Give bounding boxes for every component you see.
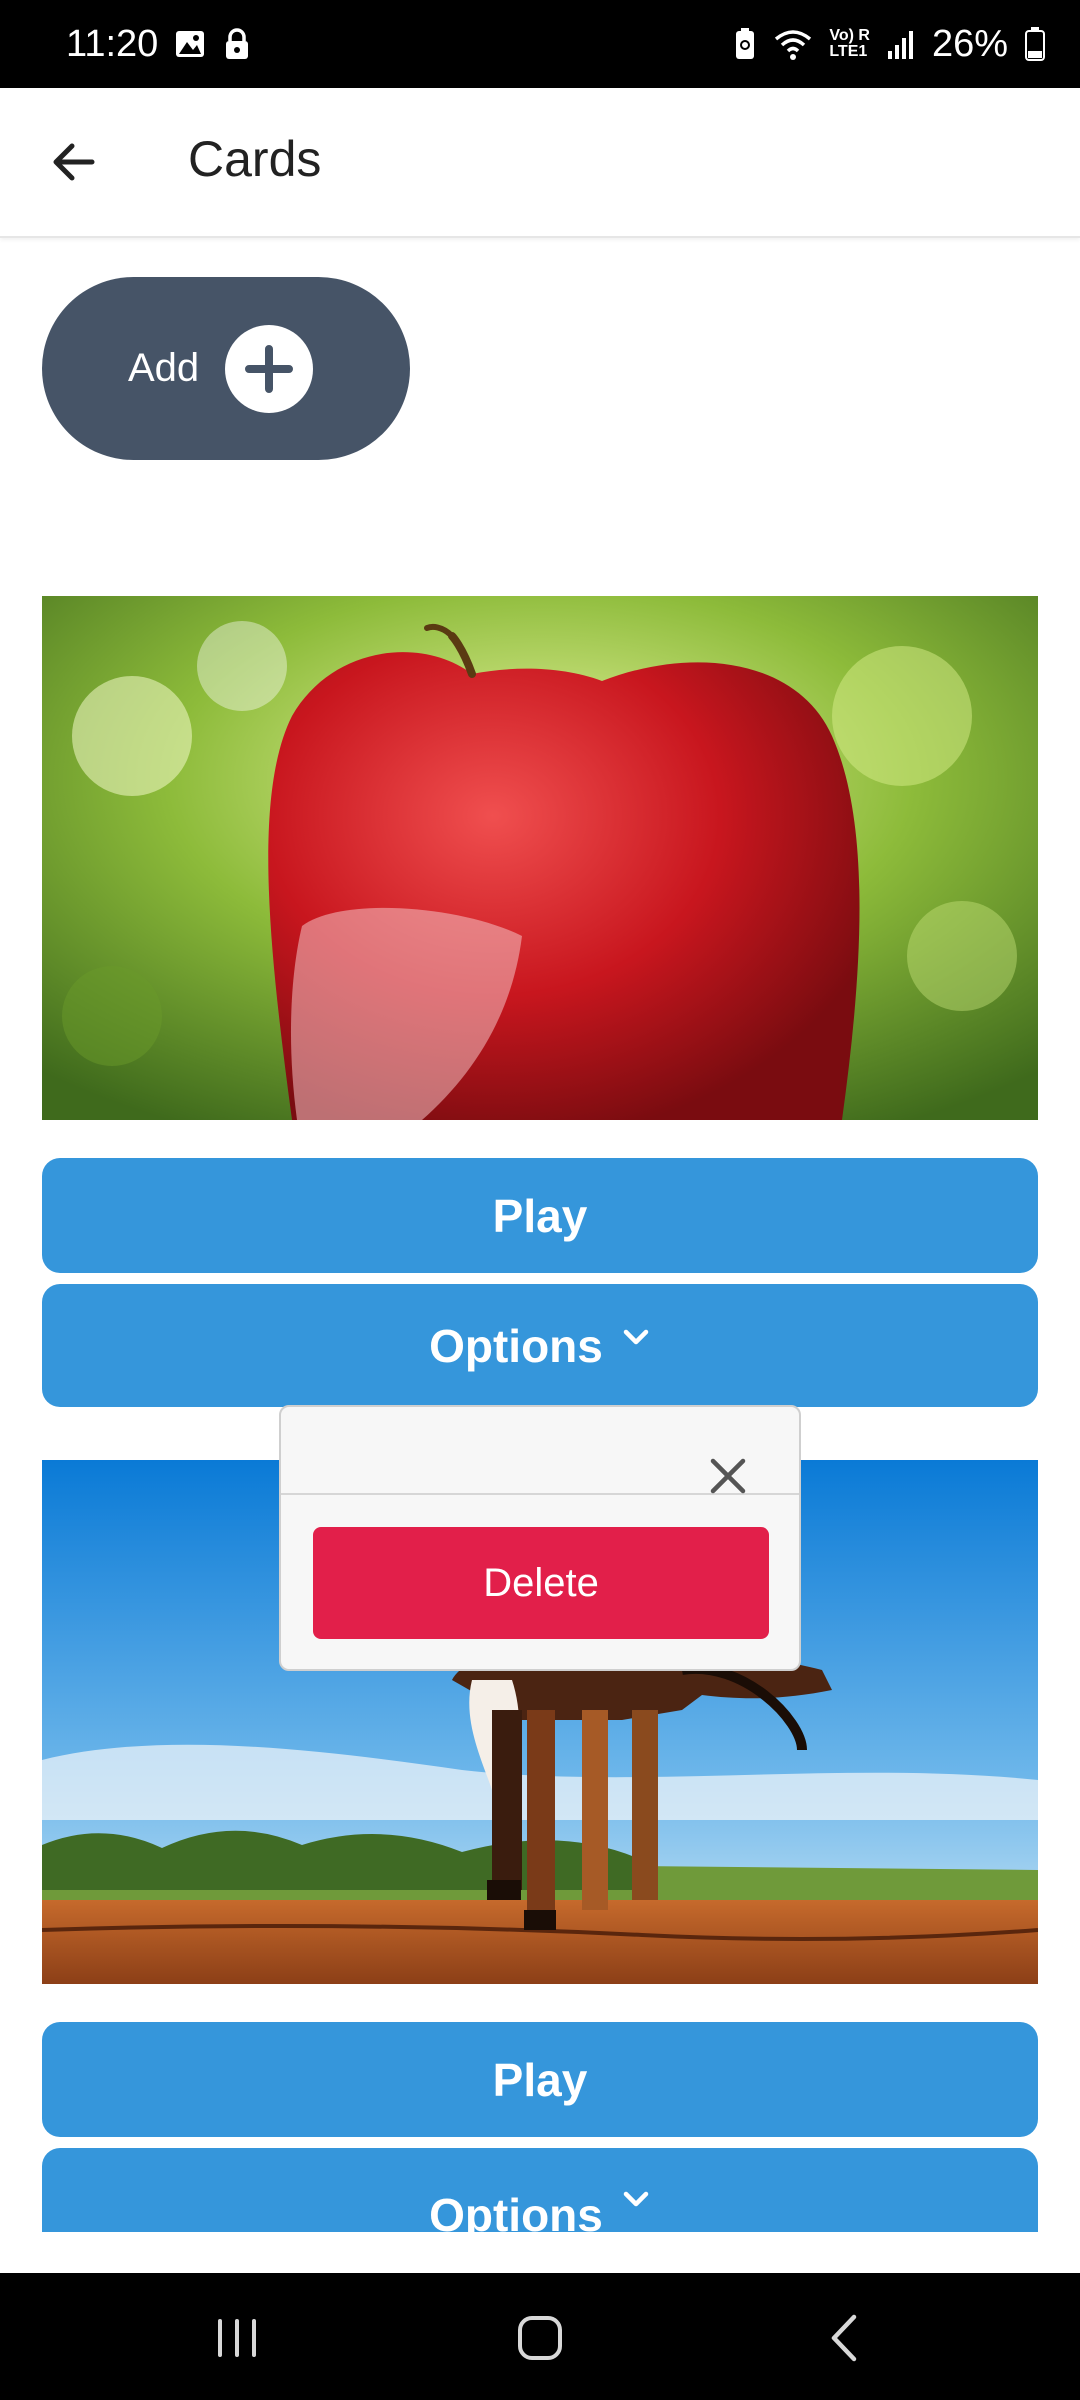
options-button-1[interactable]: Options xyxy=(42,1284,1038,1407)
page-title: Cards xyxy=(188,131,322,187)
battery-saver-icon xyxy=(733,27,757,61)
system-nav-bar xyxy=(0,2273,1080,2400)
status-left: 11:20 xyxy=(66,23,252,66)
chevron-down-icon xyxy=(623,1329,649,1344)
gallery-icon xyxy=(174,28,206,60)
battery-icon xyxy=(1024,26,1046,62)
home-icon[interactable] xyxy=(505,2303,575,2373)
app-bar: Cards xyxy=(0,88,1080,238)
close-icon[interactable] xyxy=(709,1457,747,1495)
back-icon[interactable] xyxy=(810,2303,880,2373)
add-button[interactable]: Add xyxy=(42,277,410,460)
volte-indicator: Vo) R LTE1 xyxy=(829,27,870,60)
play-button-1[interactable]: Play xyxy=(42,1158,1038,1273)
options-label-1: Options xyxy=(429,1319,603,1372)
status-bar: 11:20 Vo) R LTE1 26% xyxy=(0,0,1080,88)
delete-button[interactable]: Delete xyxy=(313,1527,769,1639)
options-popover: Delete xyxy=(279,1405,801,1671)
wifi-icon xyxy=(773,27,813,61)
add-button-label: Add xyxy=(128,346,200,390)
scroll-clip xyxy=(0,2232,1080,2273)
status-time: 11:20 xyxy=(66,22,159,65)
play-button-2[interactable]: Play xyxy=(42,2022,1038,2137)
popover-header xyxy=(281,1407,799,1495)
plus-circle-icon xyxy=(225,324,314,413)
lock-icon xyxy=(222,27,252,61)
chevron-down-icon xyxy=(623,2191,649,2207)
battery-percent: 26% xyxy=(931,22,1008,65)
recent-apps-icon[interactable] xyxy=(202,2303,272,2373)
status-right: Vo) R LTE1 26% xyxy=(733,23,1046,66)
signal-icon xyxy=(886,27,916,61)
back-button[interactable] xyxy=(44,132,104,192)
card-image-apple xyxy=(42,596,1038,1120)
arrow-left-icon xyxy=(53,143,95,181)
